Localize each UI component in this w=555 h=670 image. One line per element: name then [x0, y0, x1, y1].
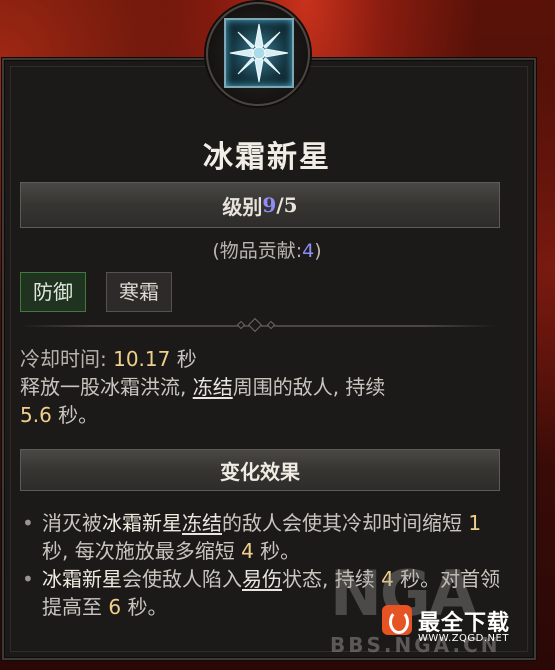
cooldown-value: 10.17 — [113, 347, 171, 371]
tag-defense: 防御 — [20, 272, 86, 312]
contrib-value: 4 — [302, 240, 315, 262]
duration-unit: 秒。 — [51, 403, 99, 427]
modifier-value: 4 — [241, 539, 254, 563]
tag-frost: 寒霜 — [106, 272, 172, 312]
rank-max: 5 — [283, 193, 298, 217]
vulnerable-keyword-link[interactable]: 易伤 — [242, 567, 282, 591]
frost-nova-snowflake-icon — [224, 18, 294, 88]
item-contribution: (物品贡献:4) — [0, 236, 534, 263]
modifier-text: 的敌人会使其冷却时间缩短 — [222, 511, 469, 535]
bullet-icon: • — [22, 567, 34, 591]
modifier-value: 1 — [468, 511, 482, 535]
bullet-icon: • — [22, 511, 34, 535]
cooldown-unit: 秒 — [170, 347, 197, 371]
rank-separator: / — [276, 193, 284, 217]
modifier-text: 秒。 — [121, 595, 168, 619]
modifier-text: 会使敌人陷入 — [122, 567, 242, 591]
modifier-value: 6 — [108, 595, 122, 619]
skill-name-highlight: 冰霜新星 — [102, 511, 182, 535]
modifier-text: 秒。 — [253, 539, 301, 563]
skill-description: 冷却时间: 10.17 秒 释放一股冰霜洪流, 冻结周围的敌人, 持续 5.6 秒… — [20, 345, 510, 429]
cooldown-line: 冷却时间: 10.17 秒 — [20, 345, 510, 373]
modifiers-header: 变化效果 — [20, 449, 500, 491]
freeze-keyword-link[interactable]: 冻结 — [193, 375, 233, 399]
rank-current: 9 — [262, 193, 277, 217]
duration-value: 5.6 — [20, 403, 52, 427]
freeze-keyword-link[interactable]: 冻结 — [182, 511, 222, 535]
rank-label: 级别 — [222, 194, 263, 219]
skill-name-highlight: 冰霜新星 — [42, 567, 122, 591]
skill-rank-bar: 级别 9/5 — [20, 182, 500, 228]
effect-text-part: 释放一股冰霜洪流, — [20, 375, 193, 399]
modifier-text: 消灭被 — [42, 511, 102, 535]
watermark: NGA BBS.NGA.CN 最全下载 WWW.ZQGD.NET — [330, 555, 555, 665]
watermark-site-url: WWW.ZQGD.NET — [418, 633, 509, 644]
modifier-text: 秒, 每次施放最多缩短 — [42, 539, 242, 563]
skill-icon-frame — [206, 2, 310, 106]
download-site-logo-icon — [382, 605, 412, 635]
cooldown-label: 冷却时间: — [20, 347, 114, 371]
contrib-suffix: ) — [314, 240, 322, 262]
skill-title: 冰霜新星 — [203, 140, 331, 175]
effect-text: 释放一股冰霜洪流, 冻结周围的敌人, 持续 5.6 秒。 — [20, 373, 510, 429]
effect-text-part: 周围的敌人, 持续 — [232, 375, 386, 399]
contrib-prefix: (物品贡献: — [212, 240, 303, 262]
